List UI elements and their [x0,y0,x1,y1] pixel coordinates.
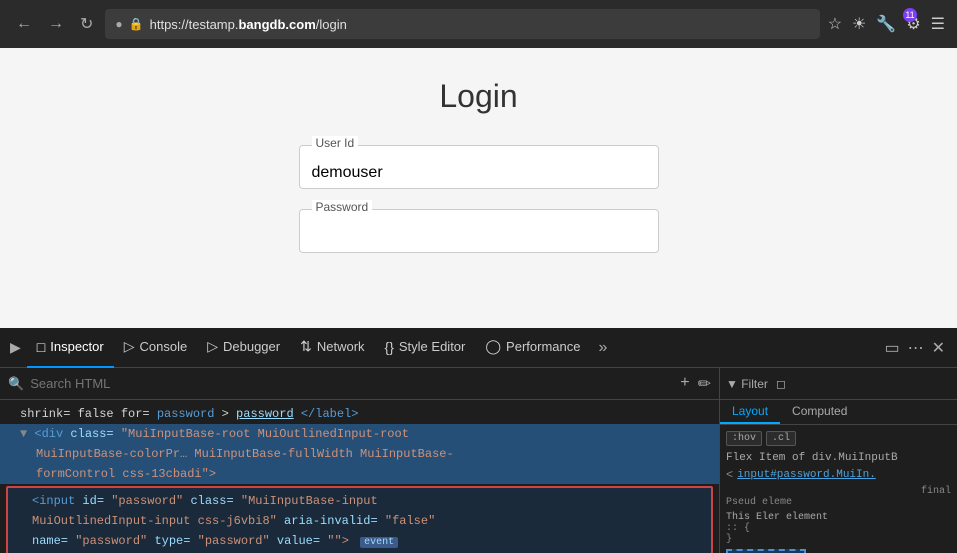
hover-state-badge[interactable]: :hov [726,431,762,446]
devtools-right-icons: ▭ ⋯ ✕ [884,338,953,358]
forward-button[interactable]: → [44,11,68,37]
this-element-label: This Eler element [726,512,951,523]
settings-icon[interactable]: ⋯ [908,338,924,358]
tree-line-div-class: MuiInputBase-colorPr… MuiInputBase-fullW… [0,444,719,464]
main-content: Login User Id Password [0,48,957,328]
userid-label: User Id [312,136,359,150]
tree-line-input-3: name= "password" type= "password" value=… [16,531,703,551]
tree-line: shrink= false for= password > password <… [0,404,719,424]
tab-performance[interactable]: ◯ Performance [475,328,590,368]
html-tree: shrink= false for= password > password <… [0,400,719,553]
flex-nav: < input#password.MuiIn. [726,468,951,482]
userid-input-wrapper: User Id [299,145,659,189]
browser-chrome: ← → ↻ ● 🔒 https://testamp.bangdb.com/log… [0,0,957,48]
debugger-icon: ▷ [207,338,218,355]
password-group: Password [299,209,659,253]
console-icon: ▷ [124,338,135,355]
input-ref[interactable]: input#password.MuiIn. [737,469,876,481]
network-icon: ⇅ [300,338,312,355]
star-icon[interactable]: ☆ [828,14,842,34]
search-bar: 🔍 + ✏ [0,368,719,400]
inspector-icon: □ [37,339,45,355]
tab-computed[interactable]: Computed [780,400,859,424]
search-bar-icons: + ✏ [680,374,711,394]
tree-line-div-highlighted: ▼ <div class= "MuiInputBase-root MuiOutl… [0,424,719,444]
tab-debugger-label: Debugger [223,339,280,354]
right-panel-content: :hov .cl Flex Item of div.MuiInputB < in… [720,425,957,553]
final-label: final [726,486,951,497]
tab-inspector-label: Inspector [50,339,103,354]
tab-style-editor-label: Style Editor [399,339,465,354]
right-panel: ▼ Filter ◻ Layout Computed :hov .cl Flex… [720,368,957,553]
flex-box-visualization [726,549,806,553]
inspector-cursor-icon[interactable]: ▶ [4,339,27,356]
html-panel: 🔍 + ✏ shrink= false for= password > pass… [0,368,720,553]
password-input[interactable] [300,210,658,252]
tab-debugger[interactable]: ▷ Debugger [197,328,290,368]
tab-network-label: Network [317,339,365,354]
selected-input-element[interactable]: <input id= "password" class= "MuiInputBa… [6,486,713,553]
more-tabs-button[interactable]: » [590,339,615,357]
tab-performance-label: Performance [506,339,580,354]
tree-line-input-2: MuiOutlinedInput-input css-j6vbi8" aria-… [16,511,703,531]
search-html-input[interactable] [30,376,674,391]
back-button[interactable]: ← [12,11,36,37]
tab-inspector[interactable]: □ Inspector [27,328,114,368]
cls-badge[interactable]: .cl [766,431,796,446]
devtools-toolbar: ▶ □ Inspector ▷ Console ▷ Debugger ⇅ Net… [0,328,957,368]
style-editor-icon: {} [385,339,394,355]
hover-states: :hov .cl [726,431,951,446]
chevron-left-icon[interactable]: < [726,468,733,482]
toolbar-icons: ☆ ☀ 🔧 11 ⚙ ☰ [828,14,945,34]
event-badge[interactable]: event [360,537,398,548]
password-input-wrapper: Password [299,209,659,253]
url-display: https://testamp.bangdb.com/login [150,17,347,32]
tab-console[interactable]: ▷ Console [114,328,197,368]
filter-label: ▼ Filter [726,377,768,391]
close-devtools-icon[interactable]: ✕ [932,338,945,358]
devtools-body: 🔍 + ✏ shrink= false for= password > pass… [0,368,957,553]
tab-style-editor[interactable]: {} Style Editor [375,328,476,368]
bracket-open: :: { [726,523,951,534]
tree-line-input-1: <input id= "password" class= "MuiInputBa… [16,491,703,511]
bracket-close: } [726,534,951,545]
address-bar[interactable]: ● 🔒 https://testamp.bangdb.com/login [105,9,819,39]
menu-icon[interactable]: ☰ [931,14,945,34]
wrench-icon[interactable]: 🔧 [876,14,896,34]
lock-icon: 🔒 [129,17,144,31]
right-tabs: Layout Computed [720,400,957,425]
password-label: Password [312,200,373,214]
reload-button[interactable]: ↻ [76,10,97,38]
tab-layout-label: Layout [732,404,768,418]
tab-network[interactable]: ⇅ Network [290,328,374,368]
extension-badge: 11 [903,8,917,22]
userid-group: User Id [299,145,659,189]
login-title: Login [439,78,517,115]
tab-layout[interactable]: Layout [720,400,780,424]
tree-line-div-class2: formControl css-13cbadi"> [0,464,719,484]
responsive-design-icon[interactable]: ▭ [884,338,899,358]
tab-console-label: Console [140,339,188,354]
shield-icon: ● [115,17,122,31]
performance-icon: ◯ [485,338,501,355]
add-node-icon[interactable]: + [680,374,689,394]
userid-input[interactable] [300,146,658,188]
right-filter-toolbar: ▼ Filter ◻ [720,368,957,400]
pseudo-element-label: Pseud eleme [726,497,951,508]
shield-toolbar-icon[interactable]: ☀ [852,14,866,34]
pick-element-icon[interactable]: ✏ [698,374,711,394]
tab-computed-label: Computed [792,404,847,418]
devtools-panel: ▶ □ Inspector ▷ Console ▷ Debugger ⇅ Net… [0,328,957,553]
flex-item-label: Flex Item of div.MuiInputB [726,452,951,464]
filter-icon: ◻ [776,377,786,391]
search-icon: 🔍 [8,376,24,392]
